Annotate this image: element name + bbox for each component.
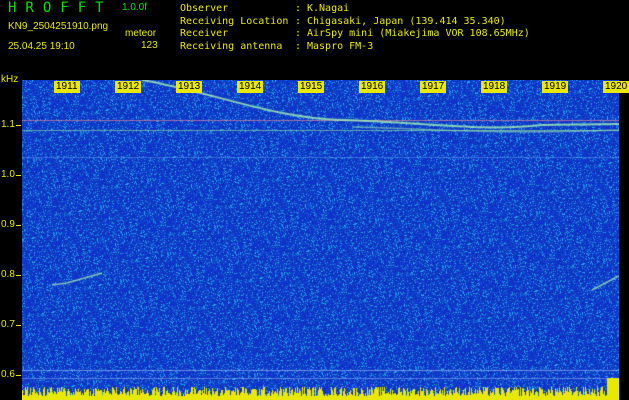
header-panel: HROFFT 1.0.0f KN9_2504251910.png meteor … bbox=[0, 0, 629, 76]
count-label: 123 bbox=[141, 40, 158, 51]
y-tick-mark bbox=[16, 275, 21, 276]
x-tick-label: 1917 bbox=[420, 81, 447, 93]
x-tick-label: 1916 bbox=[359, 81, 386, 93]
info-row-observer: Observer: K.Nagai bbox=[180, 3, 350, 14]
datetime-label: 25.04.25 19:10 bbox=[8, 41, 75, 52]
y-tick-label: 0.8 bbox=[1, 269, 15, 280]
x-tick-label: 1912 bbox=[115, 81, 142, 93]
info-row-receiver: Receiver: AirSpy mini (Miakejima VOR 108.… bbox=[180, 28, 530, 39]
y-tick-label: 0.6 bbox=[1, 369, 15, 380]
y-tick-label: 1.0 bbox=[1, 169, 15, 180]
y-tick-mark bbox=[16, 225, 21, 226]
y-tick-label: 0.7 bbox=[1, 319, 15, 330]
y-tick-mark bbox=[16, 375, 21, 376]
app-logo: HROFFT bbox=[8, 0, 113, 16]
spectrogram-waterfall bbox=[22, 80, 619, 400]
info-row-antenna: Receiving antenna: Maspro FM-3 bbox=[180, 40, 374, 52]
x-tick-label: 1913 bbox=[176, 81, 203, 93]
right-margin bbox=[619, 80, 629, 400]
filename-label: KN9_2504251910.png bbox=[8, 21, 109, 32]
axis-unit-label: kHz bbox=[1, 74, 19, 85]
x-tick-label: 1920 bbox=[603, 81, 629, 93]
info-row-location: Receiving Location: Chigasaki, Japan (139… bbox=[180, 15, 506, 27]
station-info: Observer: K.Nagai Receiving Location: Chig… bbox=[180, 3, 530, 53]
x-tick-label: 1918 bbox=[481, 81, 508, 93]
y-tick-mark bbox=[16, 325, 21, 326]
x-tick-label: 1919 bbox=[542, 81, 569, 93]
version-label: 1.0.0f bbox=[122, 2, 148, 13]
y-tick-mark bbox=[16, 175, 21, 176]
x-tick-label: 1915 bbox=[298, 81, 325, 93]
x-tick-label: 1914 bbox=[237, 81, 264, 93]
y-tick-label: 0.9 bbox=[1, 219, 15, 230]
y-tick-label: 1.1 bbox=[1, 119, 15, 130]
mode-label: meteor bbox=[125, 28, 157, 39]
y-tick-mark bbox=[16, 125, 21, 126]
x-tick-label: 1911 bbox=[54, 81, 80, 93]
